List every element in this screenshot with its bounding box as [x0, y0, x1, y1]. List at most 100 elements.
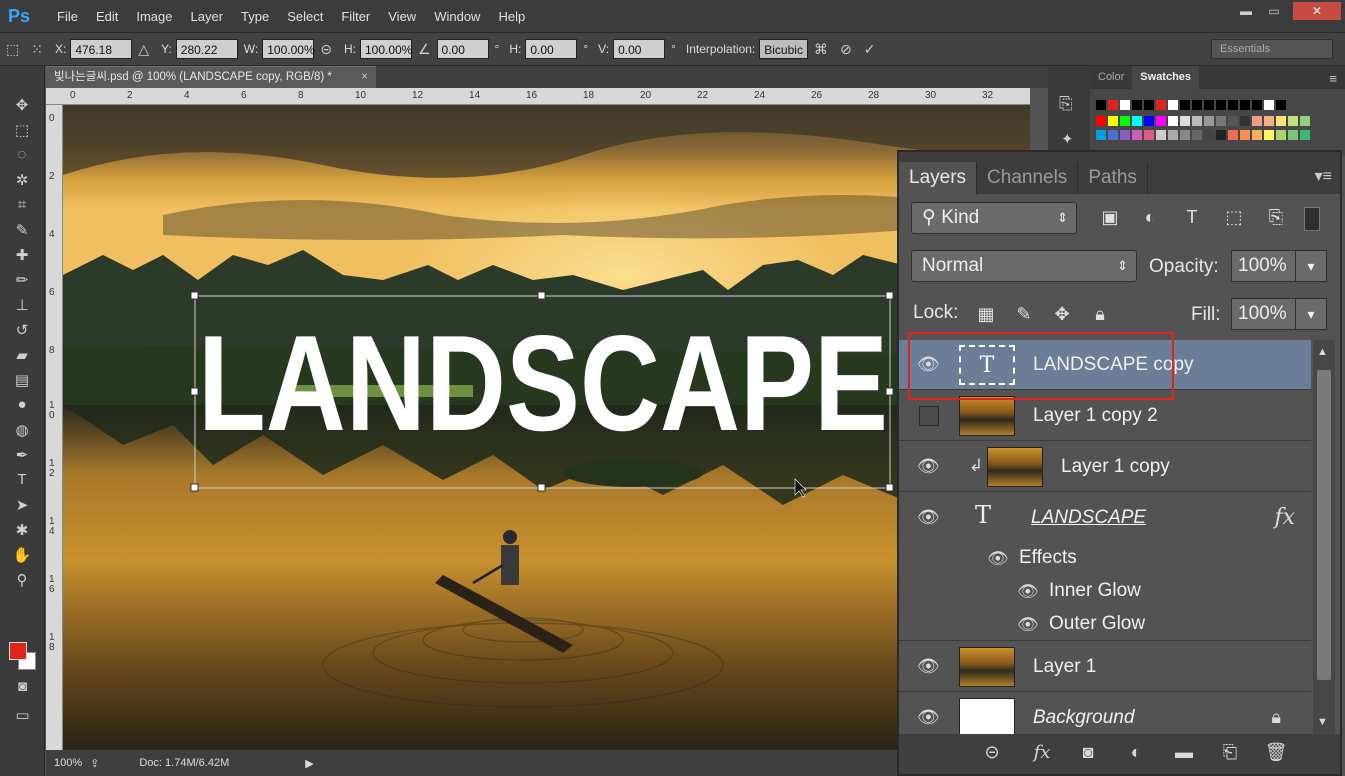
tab-swatches[interactable]: Swatches	[1132, 66, 1200, 89]
y-field[interactable]: 280.22 px	[175, 39, 238, 77]
effect-outer-glow[interactable]: Outer Glow	[1049, 613, 1145, 635]
layer-1-copy[interactable]: 👁︎ ↲ Layer 1 copy	[899, 442, 1311, 492]
quick-mask-icon[interactable]: ◙	[0, 674, 45, 699]
visibility-eye-icon[interactable]: 👁︎	[917, 456, 940, 476]
healing-brush-tool-icon[interactable]: ✚	[0, 242, 44, 267]
tab-color[interactable]: Color	[1090, 66, 1132, 89]
opacity-field[interactable]: 100%	[1231, 250, 1299, 282]
fill-field[interactable]: 100%	[1231, 298, 1299, 330]
opacity-dropdown-button[interactable]: ▾	[1295, 250, 1327, 282]
layers-panel-menu-icon[interactable]: ▾≡	[1315, 166, 1332, 186]
workspace-select[interactable]: Essentials	[1211, 39, 1333, 59]
warp-icon[interactable]: ⌘	[814, 41, 828, 58]
minimize-button[interactable]: ▬	[1233, 2, 1259, 20]
lock-transparent-icon[interactable]: ▦	[973, 304, 999, 330]
visibility-eye-icon[interactable]: 👁︎	[917, 656, 940, 676]
new-layer-icon[interactable]: ⎗	[1215, 742, 1245, 766]
filter-pixel-icon[interactable]: ▣	[1097, 207, 1123, 231]
shape-tool-icon[interactable]: ✱	[0, 517, 44, 542]
eraser-tool-icon[interactable]: ▰	[0, 342, 44, 367]
dodge-tool-icon[interactable]: ◍	[0, 417, 44, 442]
tab-layers[interactable]: Layers	[899, 162, 978, 194]
blend-mode-select[interactable]: Normal ⇕	[911, 250, 1137, 282]
zoom-level[interactable]: 100%	[54, 757, 82, 769]
layer-background[interactable]: 👁︎ Background 🔒︎	[899, 693, 1311, 734]
swatch-grid[interactable]	[1096, 100, 1320, 150]
x-field[interactable]: 476.18 px	[70, 39, 133, 77]
brush-tool-icon[interactable]: ✏	[0, 267, 44, 292]
link-layers-icon[interactable]: ⊝	[977, 742, 1007, 766]
marquee-tool-icon[interactable]: ⬚	[0, 117, 44, 142]
menu-type[interactable]: Type	[232, 0, 278, 33]
inner-glow-eye-icon[interactable]: 👁︎	[1017, 582, 1039, 602]
add-style-icon[interactable]: fx	[1027, 742, 1057, 766]
lasso-tool-icon[interactable]: ◌	[0, 142, 44, 167]
delete-layer-icon[interactable]: 🗑︎	[1261, 742, 1291, 766]
angle-field[interactable]: 0.00	[436, 39, 489, 59]
visibility-off-box[interactable]	[919, 406, 939, 426]
hskew-field[interactable]: 0.00	[525, 39, 578, 59]
foreground-color-swatch[interactable]	[9, 642, 27, 660]
blur-tool-icon[interactable]: ●	[0, 392, 44, 417]
tab-channels[interactable]: Channels	[977, 162, 1079, 194]
menu-window[interactable]: Window	[425, 0, 489, 33]
menu-edit[interactable]: Edit	[87, 0, 127, 33]
menu-file[interactable]: File	[48, 0, 87, 33]
visibility-eye-icon[interactable]: 👁︎	[917, 707, 940, 727]
type-tool-icon[interactable]: T	[0, 467, 44, 492]
layer-name[interactable]: Layer 1 copy 2	[1033, 405, 1158, 427]
pen-tool-icon[interactable]: ✒	[0, 442, 44, 467]
vskew-field[interactable]: 0.00	[613, 39, 666, 59]
document-tab[interactable]: 빛나는글씨.psd @ 100% (LANDSCAPE copy, RGB/8)…	[46, 66, 376, 88]
magic-wand-tool-icon[interactable]: ✲	[0, 167, 44, 192]
crop-tool-icon[interactable]: ⌗	[0, 192, 44, 217]
menu-help[interactable]: Help	[489, 0, 534, 33]
status-export-icon[interactable]: ⇪	[90, 757, 99, 770]
layer-1[interactable]: 👁︎ Layer 1	[899, 642, 1311, 692]
scroll-down-arrow-icon[interactable]: ▼	[1317, 716, 1328, 728]
lock-position-icon[interactable]: ✥	[1049, 304, 1075, 330]
layer-name[interactable]: Layer 1	[1033, 656, 1096, 678]
effects-eye-icon[interactable]: 👁︎	[987, 549, 1009, 569]
menu-image[interactable]: Image	[127, 0, 181, 33]
layer-name[interactable]: LANDSCAPE	[1031, 507, 1146, 529]
add-mask-icon[interactable]: ◙	[1073, 742, 1103, 766]
filter-smart-object-icon[interactable]: ⎘	[1263, 207, 1289, 231]
screen-mode-icon[interactable]: ▭	[0, 702, 45, 727]
history-brush-tool-icon[interactable]: ↺	[0, 317, 44, 342]
lock-all-icon[interactable]: 🔒︎	[1087, 304, 1113, 330]
filter-type-icon[interactable]: T	[1179, 207, 1205, 231]
brush-panel-icon[interactable]: ✦	[1061, 130, 1074, 148]
tab-paths[interactable]: Paths	[1078, 162, 1148, 194]
status-menu-arrow-icon[interactable]: ▶	[305, 757, 313, 770]
filter-adjustment-icon[interactable]: ◐	[1137, 207, 1163, 231]
zoom-tool-icon[interactable]: ⚲	[0, 567, 44, 592]
menu-filter[interactable]: Filter	[332, 0, 379, 33]
fx-badge[interactable]: fx	[1274, 505, 1295, 530]
close-button[interactable]: ✕	[1293, 2, 1341, 20]
scroll-thumb[interactable]	[1317, 370, 1331, 680]
move-tool-icon[interactable]: ✥	[0, 92, 44, 117]
h-field[interactable]: 100.00%	[359, 39, 412, 59]
gradient-tool-icon[interactable]: ▤	[0, 367, 44, 392]
interpolation-select[interactable]: Bicubic	[759, 39, 808, 59]
swatches-menu-icon[interactable]: ≡	[1329, 71, 1337, 86]
outer-glow-eye-icon[interactable]: 👁︎	[1017, 615, 1039, 635]
maximize-button[interactable]: ▭	[1261, 2, 1287, 20]
stamp-tool-icon[interactable]: ⊥	[0, 292, 44, 317]
layer-name[interactable]: Layer 1 copy	[1061, 456, 1170, 478]
hand-tool-icon[interactable]: ✋	[0, 542, 44, 567]
layer-name[interactable]: Background	[1033, 707, 1134, 729]
eyedropper-tool-icon[interactable]: ✎	[0, 217, 44, 242]
menu-view[interactable]: View	[379, 0, 425, 33]
cancel-transform-icon[interactable]: ⊘	[840, 41, 852, 58]
filter-kind-select[interactable]: ⚲ Kind ⇕	[911, 202, 1077, 234]
commit-transform-icon[interactable]: ✓	[864, 41, 876, 58]
fill-dropdown-button[interactable]: ▾	[1295, 298, 1327, 330]
document-close-icon[interactable]: ×	[361, 67, 368, 88]
reference-point-icon[interactable]: ⁙	[31, 41, 43, 58]
w-field[interactable]: 100.00%	[262, 39, 315, 59]
menu-layer[interactable]: Layer	[182, 0, 233, 33]
path-selection-tool-icon[interactable]: ➤	[0, 492, 44, 517]
menu-select[interactable]: Select	[278, 0, 332, 33]
